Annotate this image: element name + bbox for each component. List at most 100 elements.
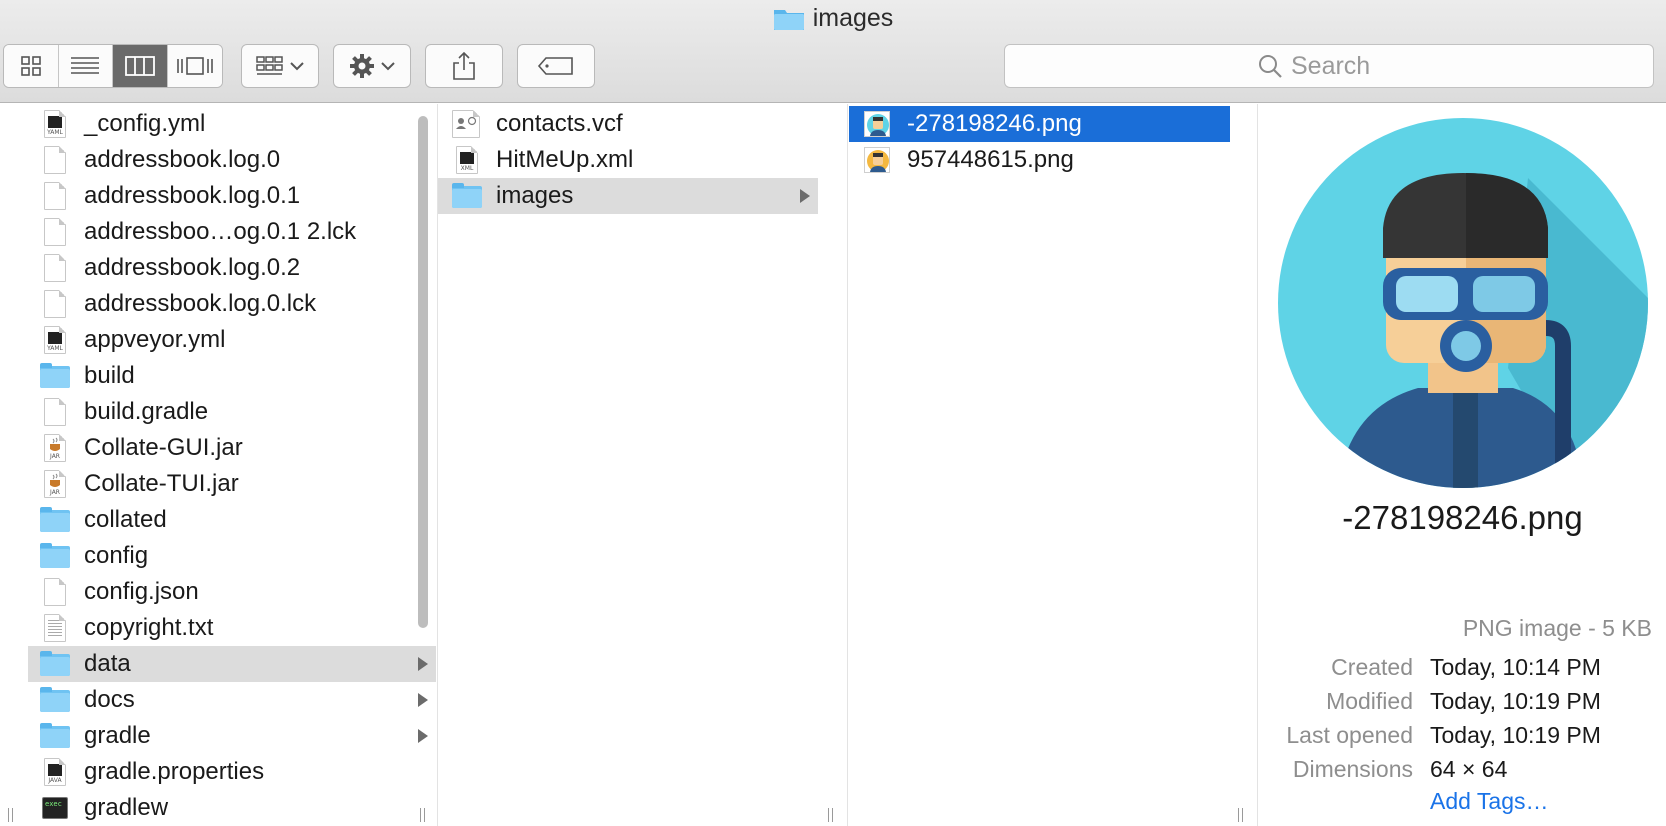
file-name: config bbox=[84, 542, 149, 569]
file-row[interactable]: XML HitMeUp.xml bbox=[438, 142, 818, 178]
icon-view-button[interactable] bbox=[4, 45, 59, 87]
file-row[interactable]: -278198246.png bbox=[849, 106, 1230, 142]
folder-icon bbox=[40, 362, 70, 390]
share-button[interactable] bbox=[425, 44, 503, 88]
column-resize-handle[interactable] bbox=[420, 808, 430, 822]
metadata-row: Last opened Today, 10:19 PM bbox=[1258, 718, 1666, 752]
file-row[interactable]: copyright.txt bbox=[28, 610, 436, 646]
document-icon: YAML bbox=[40, 110, 70, 138]
image-thumbnail-icon bbox=[863, 110, 893, 138]
search-field[interactable] bbox=[1004, 44, 1654, 88]
file-row[interactable]: YAML appveyor.yml bbox=[28, 322, 436, 358]
text-file-icon bbox=[40, 614, 70, 642]
column-1-list: YAML _config.yml addressbook.log.0 addressb… bbox=[0, 104, 437, 826]
icon-view-icon bbox=[20, 56, 41, 76]
chevron-down-icon bbox=[381, 62, 395, 71]
file-row[interactable]: addressboo…og.0.1 2.lck bbox=[28, 214, 436, 250]
file-row[interactable]: config bbox=[28, 538, 436, 574]
add-tags-link[interactable]: Add Tags… bbox=[1430, 788, 1548, 815]
list-view-button[interactable] bbox=[58, 45, 113, 87]
file-row[interactable]: JAR Collate-GUI.jar bbox=[28, 430, 436, 466]
column-1-scrollbar[interactable] bbox=[416, 108, 430, 628]
column-3-list: -278198246.png 957448615.png bbox=[848, 104, 1257, 178]
folder-icon bbox=[40, 542, 70, 570]
search-input[interactable] bbox=[1291, 51, 1401, 81]
file-name: Collate-GUI.jar bbox=[84, 434, 243, 461]
tags-button[interactable] bbox=[517, 44, 595, 88]
file-row[interactable]: data bbox=[28, 646, 436, 682]
window-title-text: images bbox=[812, 3, 894, 32]
file-name: -278198246.png bbox=[907, 110, 1082, 137]
file-name: docs bbox=[84, 686, 135, 713]
file-row[interactable]: docs bbox=[28, 682, 436, 718]
file-row[interactable]: build.gradle bbox=[28, 394, 436, 430]
metadata-row: Modified Today, 10:19 PM bbox=[1258, 684, 1666, 718]
file-row[interactable]: build bbox=[28, 358, 436, 394]
metadata-label: Created bbox=[1331, 653, 1413, 680]
column-view-button[interactable] bbox=[113, 45, 168, 87]
blank-file-icon bbox=[40, 218, 70, 246]
column-2: contacts.vcf XML HitMeUp.xml images bbox=[437, 104, 847, 826]
file-name: gradlew bbox=[84, 794, 169, 821]
file-row[interactable]: contacts.vcf bbox=[438, 106, 818, 142]
search-icon bbox=[1259, 55, 1282, 78]
file-name: config.json bbox=[84, 578, 199, 605]
folder-icon bbox=[40, 506, 70, 534]
preview-pane: -278198246.png PNG image - 5 KB Created T… bbox=[1257, 104, 1666, 826]
tag-icon bbox=[537, 57, 573, 75]
preview-filename: -278198246.png bbox=[1342, 499, 1583, 536]
file-name: addressbook.log.0.lck bbox=[84, 290, 317, 317]
list-view-icon bbox=[71, 57, 100, 74]
file-name: gradle bbox=[84, 722, 151, 749]
column-resize-handle[interactable] bbox=[1238, 808, 1248, 822]
folder-icon bbox=[40, 722, 70, 750]
file-row[interactable]: addressbook.log.0.2 bbox=[28, 250, 436, 286]
action-button[interactable] bbox=[333, 44, 411, 88]
file-row[interactable]: config.json bbox=[28, 574, 436, 610]
file-row[interactable]: YAML _config.yml bbox=[28, 106, 436, 142]
column-resize-handle[interactable] bbox=[8, 808, 18, 822]
disclosure-arrow-icon bbox=[418, 693, 428, 707]
finder-toolbar: images bbox=[0, 0, 1666, 103]
blank-file-icon bbox=[40, 578, 70, 606]
folder-icon bbox=[40, 686, 70, 714]
view-mode-switcher bbox=[3, 44, 223, 88]
folder-icon bbox=[773, 7, 805, 30]
preview-image bbox=[1278, 118, 1648, 488]
disclosure-arrow-icon bbox=[418, 657, 428, 671]
file-row[interactable]: addressbook.log.0.lck bbox=[28, 286, 436, 322]
metadata-row: Created Today, 10:14 PM bbox=[1258, 650, 1666, 684]
column-resize-handle[interactable] bbox=[828, 808, 838, 822]
blank-file-icon bbox=[40, 290, 70, 318]
column-view-icon bbox=[124, 56, 155, 76]
blank-file-icon bbox=[40, 146, 70, 174]
arrange-button[interactable] bbox=[241, 44, 319, 88]
cover-flow-view-button[interactable] bbox=[167, 45, 222, 87]
metadata-value: Today, 10:19 PM bbox=[1430, 687, 1601, 714]
file-name: addressbook.log.0.1 bbox=[84, 182, 301, 209]
file-name: build bbox=[84, 362, 135, 389]
file-name: addressboo…og.0.1 2.lck bbox=[84, 218, 357, 245]
column-3: -278198246.png 957448615.png bbox=[847, 104, 1257, 826]
image-thumbnail-icon bbox=[863, 146, 893, 174]
gear-icon bbox=[350, 54, 374, 78]
document-icon: YAML bbox=[40, 326, 70, 354]
metadata-label: Dimensions bbox=[1292, 755, 1413, 782]
file-row[interactable]: addressbook.log.0.1 bbox=[28, 178, 436, 214]
file-name: build.gradle bbox=[84, 398, 209, 425]
disclosure-arrow-icon bbox=[418, 729, 428, 743]
blank-file-icon bbox=[40, 182, 70, 210]
file-row[interactable]: addressbook.log.0 bbox=[28, 142, 436, 178]
jar-file-icon: JAR bbox=[40, 470, 70, 498]
blank-file-icon bbox=[40, 254, 70, 282]
file-row[interactable]: gradle bbox=[28, 718, 436, 754]
file-row[interactable]: JAR Collate-TUI.jar bbox=[28, 466, 436, 502]
file-row[interactable]: images bbox=[438, 178, 818, 214]
file-row[interactable]: exec gradlew bbox=[28, 790, 436, 826]
file-row[interactable]: JAVA gradle.properties bbox=[28, 754, 436, 790]
file-row[interactable]: collated bbox=[28, 502, 436, 538]
jar-file-icon: JAR bbox=[40, 434, 70, 462]
file-name: gradle.properties bbox=[84, 758, 265, 785]
file-row[interactable]: 957448615.png bbox=[849, 142, 1230, 178]
metadata-value: Today, 10:14 PM bbox=[1430, 653, 1601, 680]
